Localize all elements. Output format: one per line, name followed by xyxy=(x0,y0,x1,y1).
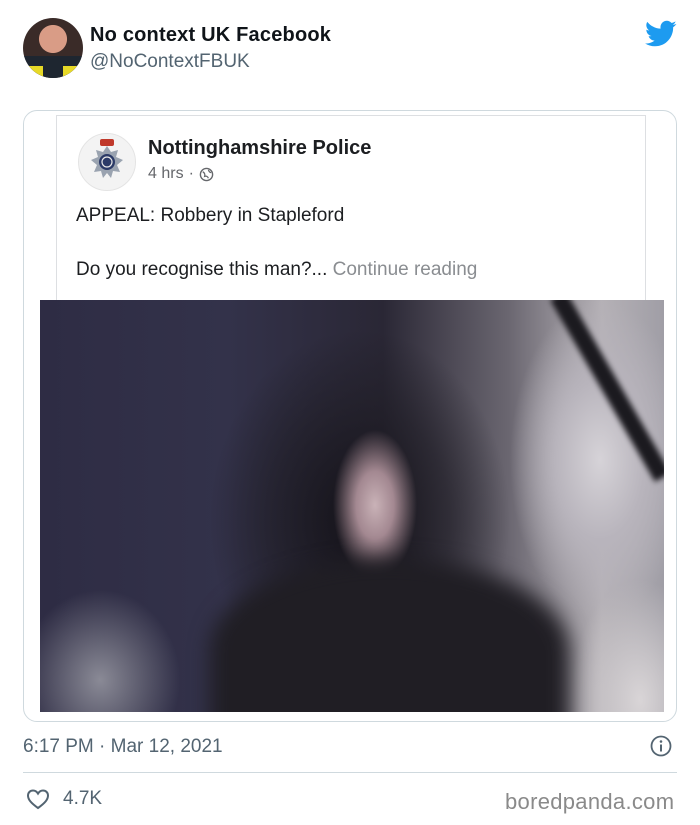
divider xyxy=(23,772,677,773)
twitter-bird-icon[interactable] xyxy=(645,20,677,48)
post-appeal-text: APPEAL: Robbery in Stapleford xyxy=(76,205,345,226)
source-watermark: boredpanda.com xyxy=(505,789,675,814)
cctv-still-image xyxy=(40,300,664,712)
facebook-page-name: Nottinghamshire Police xyxy=(148,137,372,159)
image-pole xyxy=(550,300,664,482)
tweet-timestamp[interactable]: 6:17 PM · Mar 12, 2021 xyxy=(23,736,223,758)
police-crest-icon xyxy=(91,139,123,178)
like-count[interactable]: 4.7K xyxy=(63,788,102,810)
display-name[interactable]: No context UK Facebook xyxy=(90,24,331,47)
heart-icon[interactable] xyxy=(26,788,50,810)
tweet-card: No context UK Facebook @NoContextFBUK No… xyxy=(0,0,700,825)
meta-separator: · xyxy=(188,165,194,182)
post-question-text: Do you recognise this man?... Continue r… xyxy=(76,259,477,281)
image-figure-body xyxy=(210,560,570,712)
post-time-ago: 4 hrs xyxy=(148,165,184,182)
post-meta: 4 hrs · xyxy=(148,165,214,183)
post-question: Do you recognise this man?... xyxy=(76,259,328,280)
info-icon[interactable] xyxy=(650,735,672,757)
avatar-hiviz-right xyxy=(63,66,77,78)
user-handle[interactable]: @NoContextFBUK xyxy=(90,51,250,73)
avatar-hiviz-left xyxy=(29,66,43,78)
continue-reading-link: Continue reading xyxy=(332,259,478,280)
globe-icon xyxy=(199,167,214,181)
police-badge-logo xyxy=(78,133,136,191)
avatar[interactable] xyxy=(23,18,83,78)
